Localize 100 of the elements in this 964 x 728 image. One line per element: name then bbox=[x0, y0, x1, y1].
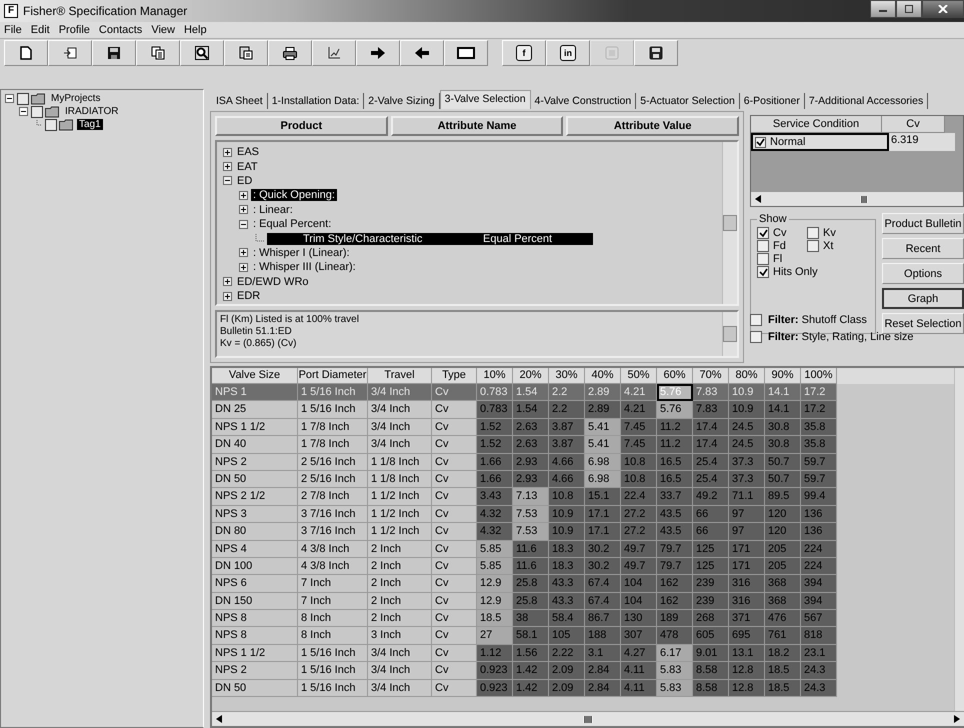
collapse-icon[interactable] bbox=[5, 94, 15, 103]
checkbox[interactable] bbox=[807, 227, 819, 239]
table-row[interactable]: NPS 8 8 Inch 3 Inch Cv 27 58.1 105 188 307 478 605 695 761 818 bbox=[212, 627, 954, 645]
table-row[interactable]: NPS 2 2 5/16 Inch 1 1/8 Inch Cv 1.66 2.93 4.66 6.98 10.8 16.5 25.4 37.3 50.7 59.7 bbox=[212, 454, 954, 471]
checkbox[interactable] bbox=[757, 266, 769, 278]
expander-icon[interactable] bbox=[223, 277, 233, 286]
expander-icon[interactable] bbox=[239, 248, 249, 258]
checkbox[interactable] bbox=[31, 106, 43, 118]
expander-icon[interactable] bbox=[239, 262, 249, 272]
close-button[interactable] bbox=[922, 0, 964, 18]
column-header[interactable]: Attribute Name bbox=[390, 116, 564, 136]
checkbox[interactable] bbox=[750, 331, 762, 343]
action-button[interactable]: Reset Selection bbox=[882, 313, 964, 334]
scrollbar[interactable] bbox=[751, 191, 963, 206]
column-header[interactable]: Product bbox=[215, 116, 388, 136]
scrollbar[interactable] bbox=[722, 312, 737, 356]
toolbar-button[interactable] bbox=[268, 40, 312, 66]
toolbar-button[interactable] bbox=[136, 40, 180, 66]
toolbar-button[interactable] bbox=[92, 40, 136, 66]
action-button[interactable]: Options bbox=[882, 263, 964, 284]
toolbar-button[interactable] bbox=[180, 40, 224, 66]
table-row[interactable]: DN 50 1 5/16 Inch 3/4 Inch Cv 0.923 1.42 2.09 2.84 4.11 5.83 8.58 12.8 18.5 24.3 bbox=[212, 680, 954, 698]
expander-icon[interactable] bbox=[223, 148, 233, 157]
tree-item[interactable]: Tag1 bbox=[77, 119, 103, 130]
action-button[interactable]: Recent bbox=[882, 238, 964, 259]
toolbar-button[interactable] bbox=[444, 40, 488, 66]
attribute-row[interactable]: Trim Style/Characteristic Equal Percent bbox=[267, 232, 593, 245]
menu-item[interactable]: Edit bbox=[30, 24, 50, 36]
toolbar-button[interactable] bbox=[48, 40, 92, 66]
table-row[interactable]: NPS 4 4 3/8 Inch 2 Inch Cv 5.85 11.6 18.3 30.2 49.7 79.7 125 171 205 224 bbox=[212, 540, 954, 558]
tree-item[interactable]: EDR bbox=[235, 290, 262, 302]
tree-item[interactable]: IRADIATOR bbox=[63, 106, 121, 117]
table-row[interactable]: NPS 2 1 5/16 Inch 3/4 Inch Cv 0.923 1.42 2.09 2.84 4.11 5.83 8.58 12.8 18.5 24.3 bbox=[212, 662, 954, 680]
tree-item[interactable]: : Equal Percent: bbox=[251, 218, 334, 230]
column-header[interactable]: Attribute Value bbox=[566, 116, 740, 136]
column-header[interactable]: Cv bbox=[882, 116, 945, 133]
tree-item[interactable]: EAS bbox=[235, 146, 262, 158]
table-row[interactable]: NPS 3 3 7/16 Inch 1 1/2 Inch Cv 4.32 7.53 10.9 17.1 27.2 43.5 66 97 120 136 bbox=[212, 506, 954, 524]
tab[interactable]: ISA Sheet bbox=[212, 93, 268, 109]
table-row[interactable]: DN 100 4 3/8 Inch 2 Inch Cv 5.85 11.6 18.3 30.2 49.7 79.7 125 171 205 224 bbox=[212, 558, 954, 576]
table-row[interactable]: DN 50 2 5/16 Inch 1 1/8 Inch Cv 1.66 2.93 4.66 6.98 10.8 16.5 25.4 37.3 50.7 59.7 bbox=[212, 470, 954, 488]
tree-item[interactable]: : Quick Opening: bbox=[251, 189, 337, 202]
tree-item[interactable]: EAT bbox=[235, 160, 260, 173]
checkbox[interactable] bbox=[45, 118, 57, 130]
scrollbar[interactable] bbox=[212, 711, 964, 726]
expander-icon[interactable] bbox=[239, 205, 249, 214]
tree-item[interactable]: ED bbox=[235, 174, 254, 187]
checkbox[interactable] bbox=[757, 227, 769, 239]
expander-icon[interactable] bbox=[223, 292, 233, 301]
action-button[interactable]: Graph bbox=[882, 288, 964, 309]
checkbox[interactable] bbox=[757, 253, 769, 265]
minimize-button[interactable] bbox=[870, 0, 896, 18]
checkbox[interactable] bbox=[757, 240, 769, 252]
menu-item[interactable]: Profile bbox=[58, 24, 90, 36]
checkbox[interactable] bbox=[750, 314, 762, 326]
table-row[interactable]: NPS 2 1/2 2 7/8 Inch 1 1/2 Inch Cv 3.43 7.13 10.8 15.1 22.4 33.7 49.2 71.1 89.5 99.4 bbox=[212, 488, 954, 506]
toolbar-button[interactable] bbox=[634, 40, 678, 66]
menu-item[interactable]: Help bbox=[184, 24, 207, 36]
expander-icon[interactable] bbox=[239, 220, 249, 229]
table-row[interactable]: NPS 1 1/2 1 7/8 Inch 3/4 Inch Cv 1.52 2.63 3.87 5.41 7.45 11.2 17.4 24.5 30.8 35.8 bbox=[212, 418, 954, 436]
tab[interactable]: 5-Actuator Selection bbox=[636, 93, 740, 109]
column-header[interactable]: Service Condition bbox=[751, 116, 882, 133]
tab[interactable]: 7-Additional Accessories bbox=[804, 93, 928, 109]
tree-item[interactable]: ED/EWD WRo bbox=[235, 276, 310, 288]
expander-icon[interactable] bbox=[223, 176, 233, 186]
menu-item[interactable]: File bbox=[4, 24, 22, 36]
toolbar-button[interactable] bbox=[4, 40, 48, 66]
tree-item[interactable]: MyProjects bbox=[49, 93, 102, 104]
toolbar-button[interactable] bbox=[356, 40, 400, 66]
tree-item[interactable]: : Linear: bbox=[251, 204, 295, 216]
table-row[interactable]: NPS 1 1/2 1 5/16 Inch 3/4 Inch Cv 1.12 1.56 2.22 3.1 4.27 6.17 9.01 13.1 18.2 23.1 bbox=[212, 644, 954, 662]
checkbox[interactable] bbox=[755, 136, 766, 148]
tab[interactable]: 1-Installation Data: bbox=[268, 93, 364, 109]
action-button[interactable]: Product Bulletin bbox=[882, 213, 964, 234]
collapse-icon[interactable] bbox=[19, 107, 29, 116]
table-row[interactable]: DN 40 1 7/8 Inch 3/4 Inch Cv 1.52 2.63 3.87 5.41 7.45 11.2 17.4 24.5 30.8 35.8 bbox=[212, 436, 954, 454]
table-row[interactable]: NPS 1 1 5/16 Inch 3/4 Inch Cv 0.783 1.54 2.2 2.89 4.21 5.76 7.83 10.9 14.1 17.2 bbox=[212, 384, 954, 402]
menu-item[interactable]: View bbox=[151, 24, 175, 36]
table-row[interactable]: DN 150 7 Inch 2 Inch Cv 12.9 25.8 43.3 67.4 104 162 239 316 368 394 bbox=[212, 592, 954, 610]
checkbox[interactable] bbox=[17, 92, 29, 104]
table-cell[interactable]: Normal bbox=[751, 133, 889, 151]
maximize-button[interactable] bbox=[896, 0, 922, 18]
expander-icon[interactable] bbox=[223, 162, 233, 172]
table-row[interactable]: DN 25 1 5/16 Inch 3/4 Inch Cv 0.783 1.54 2.2 2.89 4.21 5.76 7.83 10.9 14.1 17.2 bbox=[212, 401, 954, 419]
scrollbar[interactable] bbox=[722, 142, 737, 304]
table-row[interactable]: NPS 6 7 Inch 2 Inch Cv 12.9 25.8 43.3 67.4 104 162 239 316 368 394 bbox=[212, 575, 954, 593]
tree-item[interactable]: : Whisper III (Linear): bbox=[251, 261, 358, 274]
tab[interactable]: 4-Valve Construction bbox=[530, 93, 636, 109]
scrollbar[interactable] bbox=[954, 368, 964, 711]
arrow-left-icon[interactable] bbox=[215, 715, 223, 723]
tab[interactable]: 3-Valve Selection bbox=[440, 90, 531, 109]
table-row[interactable]: NPS 8 8 Inch 2 Inch Cv 18.5 38 58.4 86.7 130 189 268 371 476 567 bbox=[212, 610, 954, 628]
expander-icon[interactable] bbox=[239, 190, 249, 200]
toolbar-button[interactable] bbox=[224, 40, 268, 66]
toolbar-button[interactable]: f bbox=[502, 40, 546, 66]
toolbar-button[interactable]: in bbox=[546, 40, 590, 66]
menu-item[interactable]: Contacts bbox=[98, 24, 142, 36]
arrow-left-icon[interactable] bbox=[754, 195, 762, 203]
toolbar-button[interactable] bbox=[312, 40, 356, 66]
tab[interactable]: 6-Positioner bbox=[740, 93, 805, 109]
